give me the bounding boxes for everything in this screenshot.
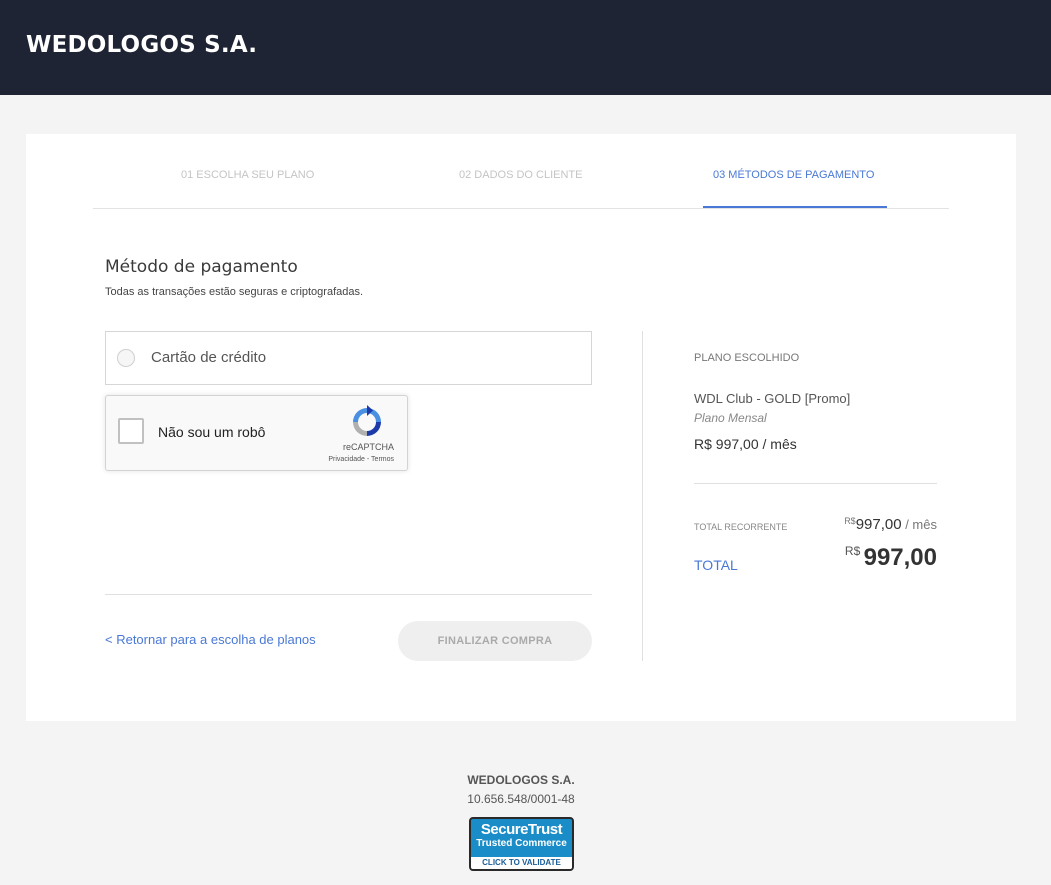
recaptcha-checkbox[interactable] (118, 418, 144, 444)
credit-card-option[interactable]: Cartão de crédito (105, 331, 592, 385)
checkout-steps: 01 ESCOLHA SEU PLANO 02 DADOS DO CLIENTE… (93, 134, 949, 209)
recaptcha-label: Não sou um robô (158, 424, 266, 440)
badge-subtitle: Trusted Commerce (476, 838, 567, 849)
footer-company: WEDOLOGOS S.A. (467, 773, 575, 787)
badge-title: SecureTrust (480, 821, 563, 838)
footer-cnpj: 10.656.548/0001-48 (467, 792, 575, 806)
brand-logo: WEDOLOGOS S.A. (26, 32, 258, 58)
recaptcha-widget: Não sou um robô reCAPTCHA Privacidade - … (105, 395, 408, 471)
plan-name: WDL Club - GOLD [Promo] (694, 391, 851, 406)
finalize-purchase-button[interactable]: FINALIZAR COMPRA (398, 621, 592, 661)
total-label: TOTAL (694, 557, 738, 573)
securetrust-badge[interactable]: SecureTrust Trusted Commerce CLICK TO VA… (469, 817, 574, 871)
credit-card-radio[interactable] (117, 349, 135, 367)
vertical-divider (642, 331, 643, 661)
credit-card-label: Cartão de crédito (151, 349, 267, 366)
recurring-total-value: R$997,00 / mês (844, 516, 937, 534)
recurring-total-label: TOTAL RECORRENTE (694, 522, 788, 532)
divider (105, 594, 592, 595)
total-value: R$ 997,00 (845, 544, 937, 572)
plan-cycle: Plano Mensal (694, 411, 767, 425)
payment-section-title: Método de pagamento (105, 257, 298, 277)
recaptcha-logo-icon (353, 405, 381, 436)
checkout-card: 01 ESCOLHA SEU PLANO 02 DADOS DO CLIENTE… (26, 134, 1016, 721)
recurring-period: / mês (901, 517, 937, 532)
badge-validate: CLICK TO VALIDATE (471, 857, 572, 869)
step-choose-plan[interactable]: 01 ESCOLHA SEU PLANO (181, 169, 314, 181)
recaptcha-brand: reCAPTCHA (342, 442, 394, 452)
recurring-currency: R$ (844, 516, 856, 526)
total-amount: 997,00 (863, 544, 937, 571)
summary-divider (694, 483, 937, 484)
payment-section-subtitle: Todas as transações estão seguras e crip… (105, 286, 364, 298)
recurring-amount: 997,00 (855, 516, 902, 533)
top-bar: WEDOLOGOS S.A. (0, 0, 1051, 95)
recaptcha-privacy-terms[interactable]: Privacidade - Termos (302, 456, 394, 463)
active-step-indicator (703, 206, 887, 208)
total-currency: R$ (844, 544, 864, 558)
summary-heading: PLANO ESCOLHIDO (694, 352, 800, 364)
step-customer-data[interactable]: 02 DADOS DO CLIENTE (459, 169, 582, 181)
back-to-plans-link[interactable]: < Retornar para a escolha de planos (105, 632, 316, 647)
step-payment-methods[interactable]: 03 MÉTODOS DE PAGAMENTO (713, 169, 874, 181)
plan-price: R$ 997,00 / mês (694, 436, 797, 452)
